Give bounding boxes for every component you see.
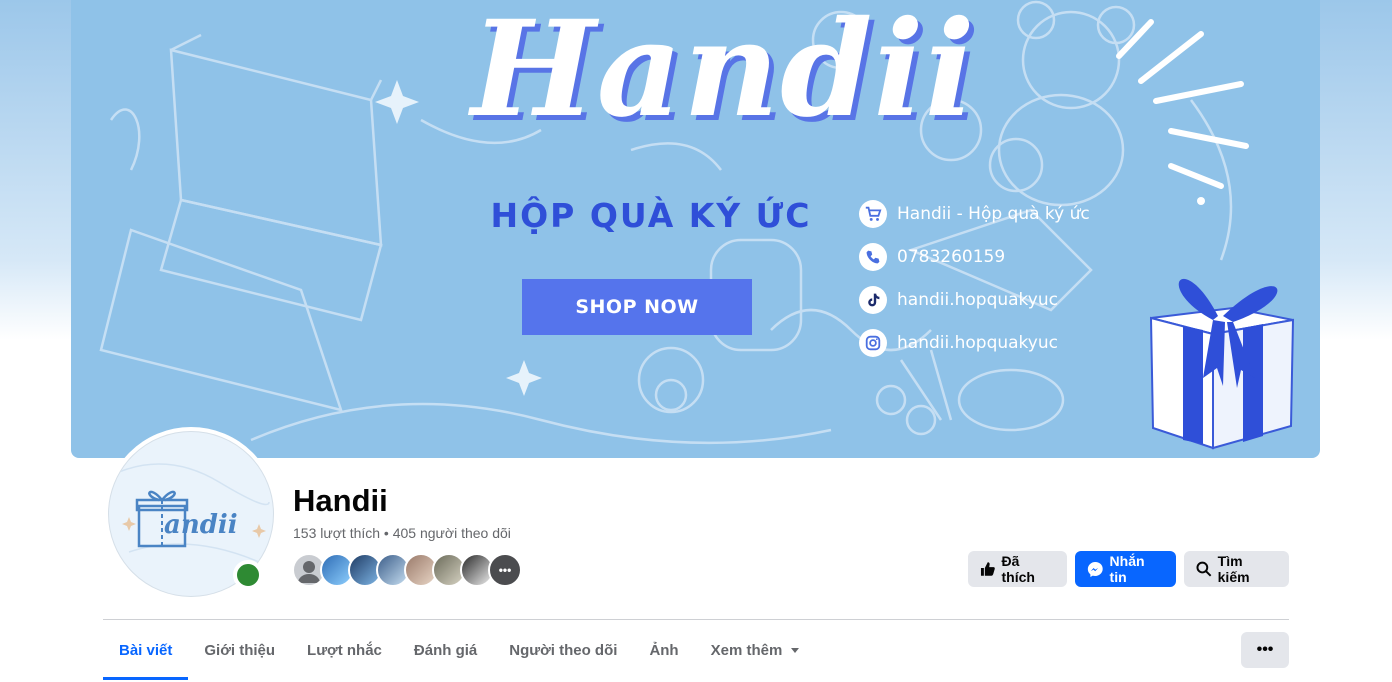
tab-photos[interactable]: Ảnh [633, 620, 694, 680]
tab-posts[interactable]: Bài viết [103, 620, 189, 680]
contact-text: 0783260159 [897, 246, 1006, 267]
sparkle-strokes [1116, 19, 1249, 205]
messenger-icon [1087, 561, 1103, 577]
tab-label: Ảnh [649, 641, 679, 659]
search-label: Tìm kiếm [1217, 553, 1250, 585]
message-label: Nhắn tin [1109, 553, 1145, 585]
tab-label: Giới thiệu [204, 641, 276, 659]
contact-item-shop: Handii - Hộp quà ký ức [859, 192, 1090, 235]
search-icon [1196, 561, 1212, 577]
contact-item-tiktok: handii.hopquakyuc [859, 278, 1090, 321]
tab-followers[interactable]: Người theo dõi [493, 620, 633, 680]
more-options-button[interactable]: ••• [1241, 632, 1289, 668]
tab-label: Bài viết [119, 641, 173, 659]
message-button[interactable]: Nhắn tin [1075, 551, 1176, 587]
tab-label: Đánh giá [413, 641, 478, 659]
follower-avatar-more[interactable]: ••• [488, 553, 522, 587]
thumbs-up-icon [980, 562, 995, 576]
tab-about[interactable]: Giới thiệu [188, 620, 291, 680]
caret-down-icon [791, 648, 800, 653]
liked-button[interactable]: Đã thích [968, 551, 1067, 587]
contact-text: Handii - Hộp quà ký ức [897, 203, 1090, 224]
contact-list: Handii - Hộp quà ký ức 0783260159 handii… [859, 192, 1090, 364]
tiktok-icon [859, 285, 887, 314]
contact-item-instagram: handii.hopquakyuc [859, 321, 1090, 364]
online-status-indicator [233, 560, 263, 590]
avatar-logo-text: andii [164, 510, 238, 540]
more-dots-icon: ••• [1256, 641, 1274, 658]
liked-button-wrap: Đã thích [968, 551, 1067, 587]
cart-icon [859, 199, 887, 228]
instagram-icon [859, 328, 887, 357]
brand-title: Handii [471, 0, 976, 147]
contact-item-phone: 0783260159 [859, 235, 1090, 278]
brand-tagline: HỘP QUÀ KÝ ỨC [490, 196, 812, 235]
message-button-wrap: Nhắn tin [1075, 551, 1176, 587]
page-stats[interactable]: 153 lượt thích • 405 người theo dõi [293, 525, 511, 541]
profile-tabs: Bài viết Giới thiệu Lượt nhắc Đánh giá N… [103, 620, 817, 680]
tab-label: Người theo dõi [509, 641, 618, 659]
page-title[interactable]: Handii [293, 483, 388, 519]
tab-mentions[interactable]: Lượt nhắc [291, 620, 398, 680]
tab-more[interactable]: Xem thêm [695, 620, 818, 680]
tab-label: Lượt nhắc [307, 641, 382, 659]
more-dots-icon: ••• [498, 563, 512, 577]
liked-label: Đã thích [1001, 553, 1035, 585]
contact-text: handii.hopquakyuc [897, 332, 1058, 353]
contact-text: handii.hopquakyuc [897, 289, 1058, 310]
shop-now-button[interactable]: SHOP NOW [522, 279, 752, 335]
tab-reviews[interactable]: Đánh giá [398, 620, 493, 680]
follower-avatars[interactable]: ••• [292, 553, 522, 589]
gift-box-illustration [1149, 278, 1295, 450]
cover-photo[interactable]: Handii HỘP QUÀ KÝ ỨC SHOP NOW Handii - H… [71, 0, 1320, 458]
search-button-wrap: Tìm kiếm [1184, 551, 1289, 587]
search-button[interactable]: Tìm kiếm [1184, 551, 1289, 587]
phone-icon [859, 242, 887, 271]
tab-label: Xem thêm [710, 641, 783, 659]
